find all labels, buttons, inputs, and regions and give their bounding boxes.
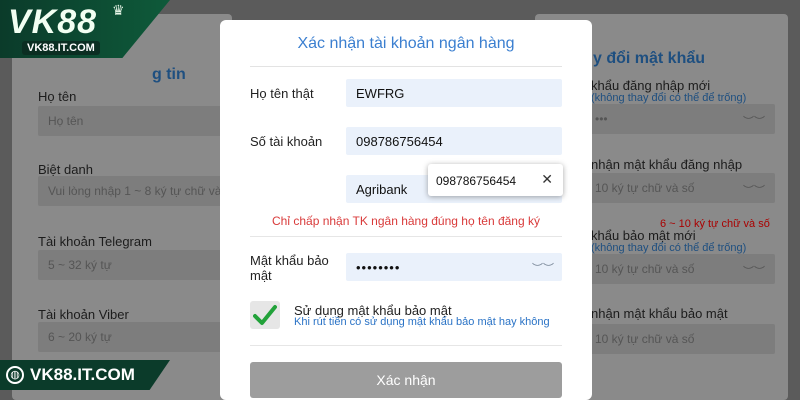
close-icon[interactable]: ✕ [541,171,553,188]
field-label-confirm-security-password: nhận mật khẩu bảo mật [591,306,728,321]
logo-text: VK88 [8,3,98,41]
modal-title: Xác nhận tài khoản ngân hàng [297,35,515,52]
name-input[interactable]: Họ tên [38,106,232,136]
field-label-new-security-password: khẩu bảo mật mới [591,228,696,243]
new-login-password-value: ••• [595,112,608,126]
full-name-label: Họ tên thật [250,86,314,101]
divider [250,66,562,67]
confirm-security-password-input[interactable]: 10 ký tự chữ và số [585,324,775,354]
crown-icon: ♛ [112,2,125,18]
name-match-warning: Chỉ chấp nhận TK ngân hàng đúng họ tên đ… [272,214,540,228]
new-security-password-placeholder: 10 ký tự chữ và số [595,262,695,276]
security-password-input[interactable]: •••••••• ︶︶ [346,253,562,281]
confirm-login-password-input[interactable]: 10 ký tự chữ và số ︶︶ [585,173,775,203]
viber-input[interactable]: 6 ~ 20 ký tự [38,322,232,352]
use-security-password-checkbox[interactable] [250,301,280,329]
account-number-input[interactable]: 098786756454 [346,127,562,155]
logo-url: VK88.IT.COM [22,41,100,55]
full-name-input[interactable]: EWFRG [346,79,562,107]
checkbox-hint: Khi rút tiền có sử dụng mật khẩu bảo mật… [294,316,550,328]
eye-closed-icon[interactable]: ︶︶ [743,113,765,129]
security-password-label-line2: mật [250,268,272,283]
autocomplete-suggestion[interactable]: 098786756454 ✕ [428,164,563,196]
account-number-label: Số tài khoản [250,134,323,149]
security-password-value: •••••••• [356,260,401,275]
telegram-input[interactable]: 5 ~ 32 ký tự [38,250,232,280]
confirm-button[interactable]: Xác nhận [250,362,562,398]
nickname-input[interactable]: Vui lòng nhập 1 ~ 8 ký tự chữ và số [38,176,232,206]
globe-icon: ◍ [6,366,24,384]
eye-closed-icon[interactable]: ︶︶ [743,263,765,279]
field-hint-new-login-password: (không thay đổi có thể để trống) [591,92,747,104]
eye-closed-icon[interactable]: ︶︶ [532,260,554,276]
bank-confirm-modal: Xác nhận tài khoản ngân hàng Họ tên thật… [220,20,592,400]
eye-closed-icon[interactable]: ︶︶ [743,182,765,198]
divider [250,345,562,346]
field-label-telegram: Tài khoản Telegram [38,234,152,249]
check-icon [253,305,277,325]
confirm-login-password-placeholder: 10 ký tự chữ và số [595,181,695,195]
security-password-label-line1: Mật khẩu bảo [250,253,329,268]
suggestion-text: 098786756454 [436,174,517,188]
password-panel-title: y đổi mật khẩu [593,50,706,67]
confirm-security-password-placeholder: 10 ký tự chữ và số [595,332,695,346]
profile-panel-title: g tin [152,66,186,83]
field-hint-new-security-password: (không thay đổi có thể để trống) [591,242,747,254]
banner-text: VK88.IT.COM [30,365,135,384]
field-label-nickname: Biệt danh [38,162,93,177]
field-label-name: Họ tên [38,89,77,104]
profile-panel: g tin Họ tên Họ tên Biệt danh Vui lòng n… [12,14,232,400]
divider [250,236,562,237]
field-label-new-login-password: khẩu đăng nhập mới [591,78,711,93]
new-login-password-input[interactable]: ••• ︶︶ [585,104,775,134]
new-security-password-input[interactable]: 10 ký tự chữ và số ︶︶ [585,254,775,284]
brand-banner: ◍ VK88.IT.COM [0,360,170,390]
field-label-viber: Tài khoản Viber [38,307,129,322]
field-label-confirm-login-password: nhận mật khẩu đăng nhập [591,157,743,172]
